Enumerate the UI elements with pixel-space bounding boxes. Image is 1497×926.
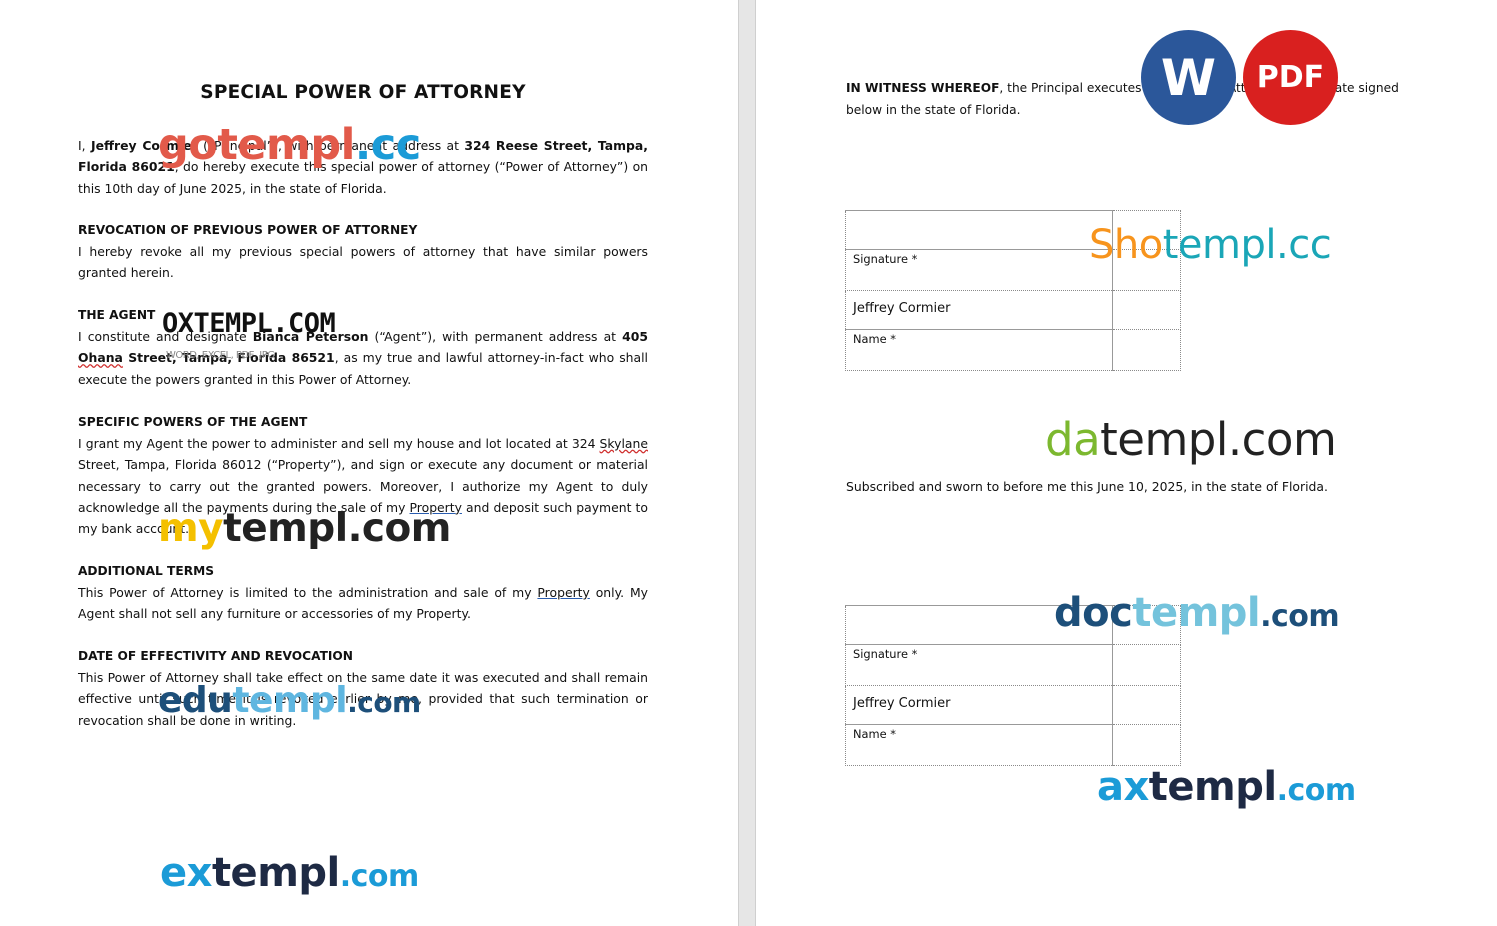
section-text: I hereby revoke all my previous special … (78, 244, 648, 281)
sworn-statement: Subscribed and sworn to before me this J… (846, 479, 1328, 494)
witness-lead: IN WITNESS WHEREOF (846, 81, 1000, 95)
watermark-doctempl: doctempl.com (1054, 590, 1340, 636)
document-page-1: SPECIAL POWER OF ATTORNEY I, Jeffrey Cor… (0, 0, 738, 926)
word-icon[interactable]: W (1141, 30, 1236, 125)
watermark-oxtempl-sub: WORD, EXCEL, PDF, JPG (166, 350, 275, 361)
watermark-shotempl: Shotempl.cc (1089, 222, 1332, 268)
pdf-icon[interactable]: PDF (1243, 30, 1338, 125)
section-text: This Power of Attorney is limited to the… (78, 585, 648, 622)
watermark-edutempl: edutempl.com (158, 680, 421, 721)
property-term: Property (537, 585, 590, 600)
name-label: Name * (845, 329, 1113, 371)
signature-label: Signature * (845, 249, 1113, 291)
document-page-2: IN WITNESS WHEREOF, the Principal execut… (756, 0, 1497, 926)
document-title: SPECIAL POWER OF ATTORNEY (200, 82, 526, 103)
additional-terms-section: ADDITIONAL TERMS This Power of Attorney … (78, 561, 648, 625)
signature-label: Signature * (845, 644, 1113, 686)
watermark-oxtempl: OXTEMPL.COM (162, 308, 336, 339)
section-heading: SPECIFIC POWERS OF THE AGENT (78, 415, 308, 429)
revocation-section: REVOCATION OF PREVIOUS POWER OF ATTORNEY… (78, 220, 648, 284)
signature-field[interactable] (845, 210, 1113, 250)
section-heading: REVOCATION OF PREVIOUS POWER OF ATTORNEY (78, 223, 418, 237)
name-label: Name * (845, 724, 1113, 766)
watermark-mytempl: mytempl.com (158, 506, 451, 551)
section-heading: DATE OF EFFECTIVITY AND REVOCATION (78, 649, 353, 663)
section-heading: ADDITIONAL TERMS (78, 564, 214, 578)
watermark-gotempl: gotempl.cc (158, 120, 421, 170)
watermark-extempl: extempl.com (160, 850, 419, 896)
watermark-datempl: datempl.com (1045, 413, 1337, 466)
name-field[interactable]: Jeffrey Cormier (845, 685, 1113, 725)
page-gutter (738, 0, 756, 926)
watermark-axtempl: axtempl.com (1097, 764, 1356, 810)
name-field[interactable]: Jeffrey Cormier (845, 290, 1113, 330)
